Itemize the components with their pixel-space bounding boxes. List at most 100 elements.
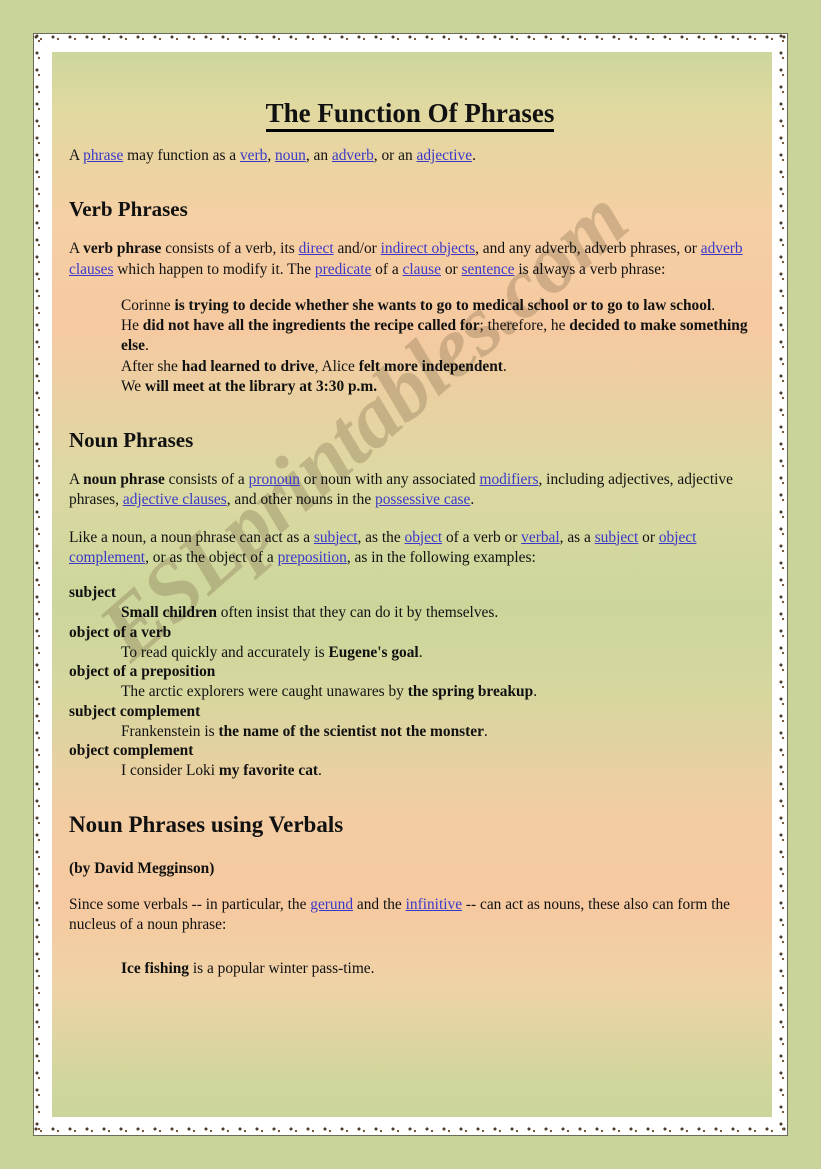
- example-sentence: Corinne is trying to decide whether she …: [121, 296, 754, 316]
- border-stitch-bottom: [34, 1127, 787, 1134]
- link-phrase[interactable]: phrase: [83, 147, 123, 164]
- page-title: The Function Of Phrases: [66, 98, 754, 132]
- np2-text-1: Like a noun, a noun phrase can act as a: [69, 528, 314, 546]
- link-subject-2[interactable]: subject: [595, 529, 639, 546]
- ex2-pre: He: [121, 317, 143, 335]
- np1-text-2: consists of a: [164, 470, 249, 488]
- link-gerund[interactable]: gerund: [310, 896, 353, 913]
- np1-text-6: .: [470, 491, 475, 509]
- link-verb[interactable]: verb: [240, 147, 267, 164]
- heading-verb-phrases: Verb Phrases: [69, 197, 188, 222]
- def3-bold: the spring breakup: [407, 683, 534, 701]
- noun-phrase-definition-list: subject Small children often insist that…: [66, 583, 754, 780]
- link-infinitive[interactable]: infinitive: [406, 896, 462, 913]
- border-stitch-right: [779, 34, 786, 1135]
- np2-text-4: , as a: [559, 528, 595, 546]
- intro-text-4: , an: [305, 147, 332, 164]
- link-preposition[interactable]: preposition: [278, 549, 347, 566]
- intro-text-6: .: [472, 147, 476, 164]
- def2-pre: To read quickly and accurately is: [121, 643, 329, 661]
- link-adjective[interactable]: adjective: [417, 147, 473, 164]
- border-stitch-left: [35, 34, 42, 1135]
- def5-bold: my favorite cat: [218, 761, 319, 779]
- ex3-post: .: [502, 357, 507, 375]
- ex1-post: .: [711, 297, 716, 315]
- verbal-ex-bold: Ice fishing: [121, 959, 189, 977]
- worksheet-content: The Function Of Phrases A phrase may fun…: [52, 98, 772, 978]
- intro-text-5: , or an: [373, 147, 417, 164]
- link-pronoun[interactable]: pronoun: [249, 471, 300, 488]
- verbals-example: Ice fishing is a popular winter pass-tim…: [66, 960, 754, 978]
- vp-bold-verb-phrase: verb phrase: [83, 240, 162, 258]
- np1-bold-noun-phrase: noun phrase: [83, 470, 165, 488]
- def3-pre: The arctic explorers were caught unaware…: [121, 683, 408, 701]
- example-sentence: After she had learned to drive, Alice fe…: [121, 357, 754, 377]
- vp-text-6: of a: [371, 260, 403, 278]
- link-clause[interactable]: clause: [403, 261, 441, 278]
- def4-bold: the name of the scientist not the monste…: [218, 722, 484, 740]
- def1-bold: Small children: [121, 604, 217, 622]
- ex3-bold2: felt more independent: [358, 357, 503, 375]
- ex1-bold: is trying to decide whether she wants to…: [174, 297, 712, 315]
- np2-text-7: , as in the following examples:: [346, 548, 536, 566]
- def4-pre: Frankenstein is: [121, 722, 219, 740]
- def4-post: .: [483, 722, 488, 740]
- vp-text-7: or: [441, 260, 462, 278]
- np2-text-3: of a verb or: [442, 528, 522, 546]
- link-adverb[interactable]: adverb: [332, 147, 374, 164]
- vp-text-1: A: [69, 240, 84, 258]
- ex2-post: .: [144, 337, 149, 355]
- np1-text-3: or noun with any associated: [299, 470, 480, 488]
- link-sentence[interactable]: sentence: [462, 261, 515, 278]
- np2-text-5: or: [638, 528, 659, 546]
- def5-post: .: [318, 761, 322, 779]
- link-modifiers[interactable]: modifiers: [479, 471, 538, 488]
- def2-bold: Eugene's goal: [328, 643, 419, 661]
- definition-term: object complement: [69, 742, 194, 760]
- border-stitch-top: [34, 35, 787, 42]
- definition-example: The arctic explorers were caught unaware…: [121, 682, 754, 702]
- link-object[interactable]: object: [405, 529, 443, 546]
- vb-text-2: and the: [353, 895, 406, 913]
- definition-example: Small children often insist that they ca…: [121, 603, 754, 623]
- vp-text-2: consists of a verb, its: [161, 240, 299, 258]
- ex4-pre: We: [121, 377, 145, 395]
- heading-noun-phrases: Noun Phrases: [69, 427, 194, 452]
- vp-text-8: is always a verb phrase:: [514, 260, 666, 278]
- link-subject[interactable]: subject: [314, 529, 358, 546]
- intro-text-3: ,: [267, 147, 276, 164]
- heading-noun-phrases-using-verbals: Noun Phrases using Verbals: [69, 811, 344, 837]
- verb-phrases-paragraph: A verb phrase consists of a verb, its di…: [66, 239, 754, 280]
- intro-text-1: A: [69, 147, 84, 164]
- intro-text-2: may function as a: [123, 147, 240, 164]
- definition-term: object of a verb: [69, 623, 172, 641]
- definition-example: To read quickly and accurately is Eugene…: [121, 643, 754, 663]
- ex4-bold: will meet at the library at 3:30 p.m.: [144, 377, 378, 395]
- ex3-bold: had learned to drive: [181, 357, 315, 375]
- ex3-mid: , Alice: [314, 357, 359, 375]
- link-adjective-clauses[interactable]: adjective clauses: [123, 491, 227, 508]
- np2-text-2: , as the: [357, 528, 405, 546]
- vb-text-1: Since some verbals -- in particular, the: [69, 895, 311, 913]
- link-noun[interactable]: noun: [275, 147, 306, 164]
- link-direct[interactable]: direct: [299, 240, 334, 257]
- link-verbal[interactable]: verbal: [521, 529, 559, 546]
- definition-term: subject: [69, 584, 117, 602]
- def3-post: .: [533, 683, 538, 701]
- vp-text-4: , and any adverb, adverb phrases, or: [475, 240, 701, 258]
- definition-term: object of a preposition: [69, 663, 216, 681]
- definition-term: subject complement: [69, 702, 201, 720]
- verbals-paragraph: Since some verbals -- in particular, the…: [66, 895, 754, 936]
- link-indirect-objects[interactable]: indirect objects: [381, 240, 475, 257]
- author-byline: (by David Megginson): [69, 859, 215, 877]
- link-possessive-case[interactable]: possessive case: [375, 491, 470, 508]
- example-sentence: He did not have all the ingredients the …: [121, 316, 754, 356]
- np2-text-6: , or as the object of a: [145, 548, 278, 566]
- definition-example: I consider Loki my favorite cat.: [121, 761, 754, 781]
- link-predicate[interactable]: predicate: [315, 261, 371, 278]
- definition-example: Frankenstein is the name of the scientis…: [121, 722, 754, 742]
- def5-pre: I consider Loki: [121, 761, 219, 779]
- noun-phrases-paragraph-1: A noun phrase consists of a pronoun or n…: [66, 470, 754, 511]
- verb-phrase-examples: Corinne is trying to decide whether she …: [66, 296, 754, 396]
- vp-text-5: which happen to modify it. The: [113, 260, 315, 278]
